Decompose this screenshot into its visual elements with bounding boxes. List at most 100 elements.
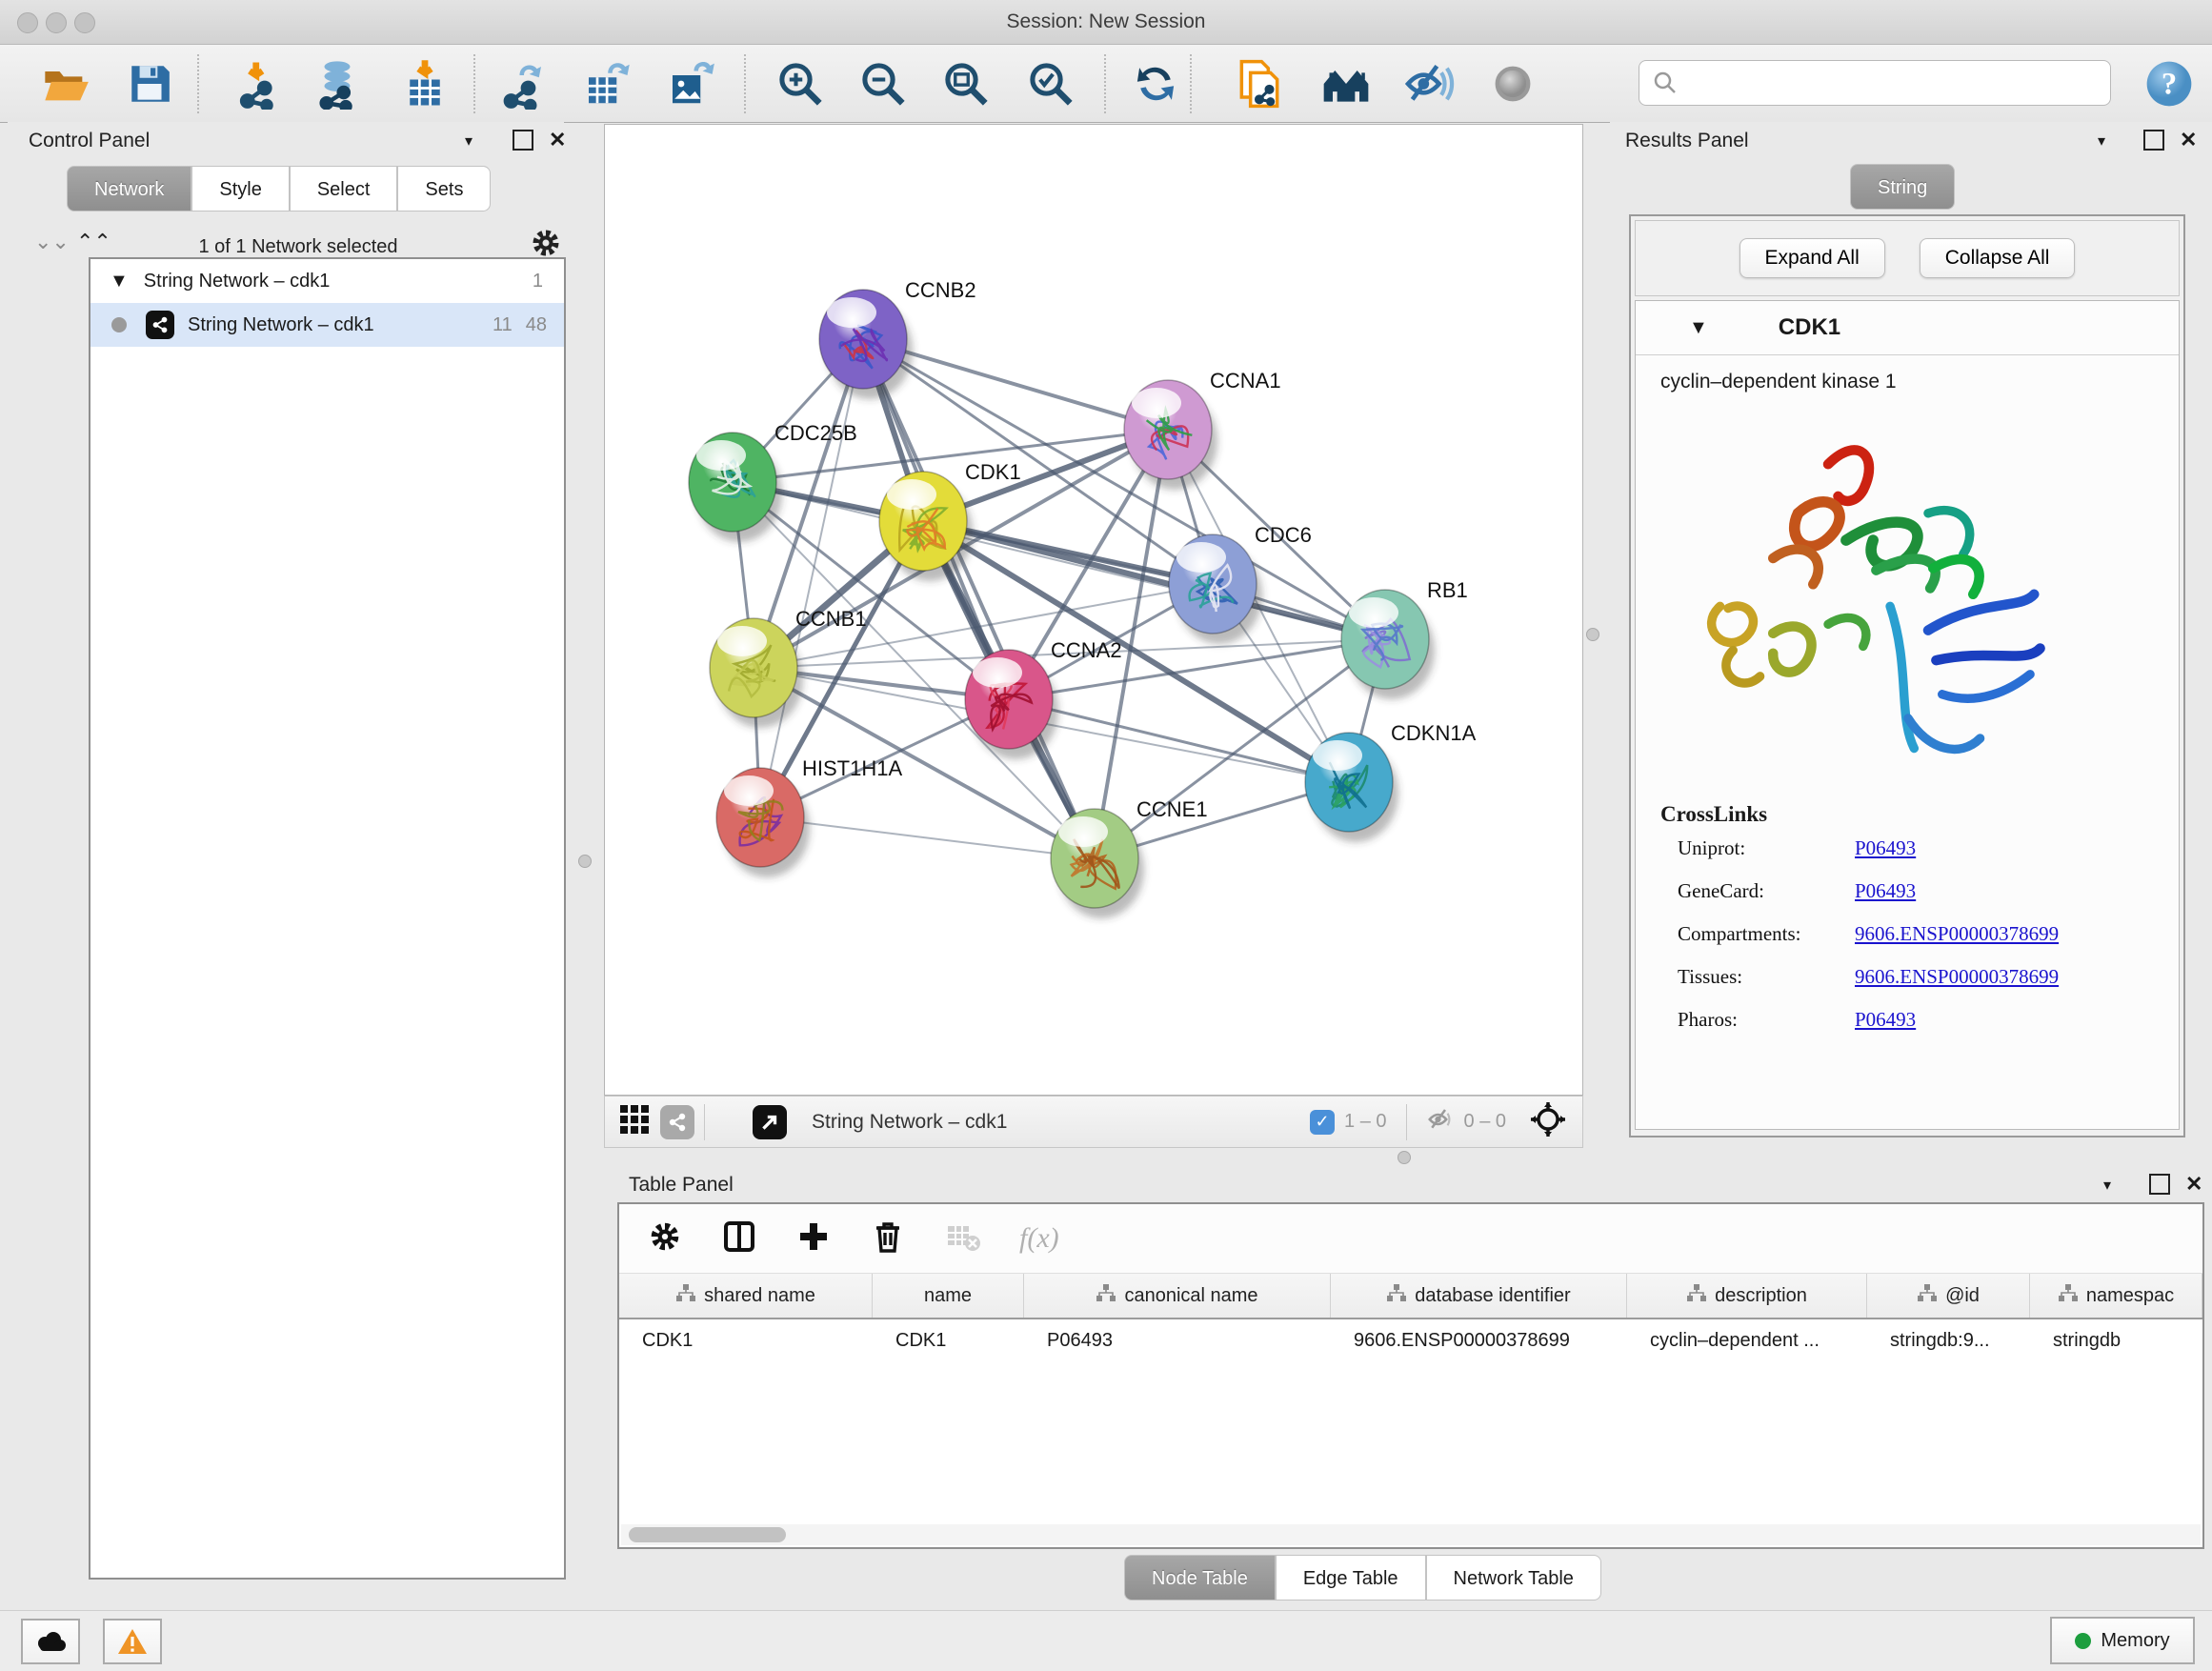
column-header-namespac[interactable]: namespac bbox=[2030, 1274, 2202, 1318]
tab-sets[interactable]: Sets bbox=[397, 166, 491, 211]
open-external-icon[interactable] bbox=[753, 1105, 787, 1139]
table-cell[interactable]: CDK1 bbox=[873, 1319, 1024, 1361]
crosslink-value-link[interactable]: P06493 bbox=[1855, 1008, 1916, 1032]
network-node-cdkn1a[interactable] bbox=[1305, 733, 1398, 842]
network-node-ccna2[interactable] bbox=[965, 650, 1058, 759]
delete-column-trash-icon[interactable] bbox=[871, 1219, 905, 1258]
open-session-icon[interactable] bbox=[38, 56, 93, 111]
table-panel-float-icon[interactable] bbox=[2149, 1174, 2170, 1195]
help-icon[interactable]: ? bbox=[2142, 56, 2197, 111]
network-node-ccna1[interactable] bbox=[1124, 380, 1217, 490]
hide-panel-eye-icon[interactable] bbox=[1400, 56, 1456, 111]
collapse-all-button[interactable]: Collapse All bbox=[1920, 238, 2076, 278]
import-table-file-icon[interactable] bbox=[397, 56, 452, 111]
bottom-splitter-handle[interactable] bbox=[1398, 1151, 1411, 1164]
crosslink-value-link[interactable]: 9606.ENSP00000378699 bbox=[1855, 922, 2059, 946]
create-column-plus-icon[interactable] bbox=[796, 1219, 831, 1258]
column-header-description[interactable]: description bbox=[1627, 1274, 1867, 1318]
entry-expander-icon[interactable]: ▼ bbox=[1689, 317, 1708, 339]
node-label-ccne1: CCNE1 bbox=[1136, 797, 1208, 821]
tab-select[interactable]: Select bbox=[290, 166, 398, 211]
control-panel-float-icon[interactable] bbox=[513, 130, 533, 151]
memory-button[interactable]: Memory bbox=[2050, 1617, 2195, 1664]
string-document-icon[interactable] bbox=[1232, 56, 1287, 111]
tab-network[interactable]: Network bbox=[67, 166, 191, 211]
search-input[interactable] bbox=[1687, 63, 2110, 103]
import-network-database-icon[interactable] bbox=[310, 56, 365, 111]
table-cell[interactable]: 9606.ENSP00000378699 bbox=[1331, 1319, 1627, 1361]
zoom-in-icon[interactable] bbox=[773, 56, 828, 111]
table-cell[interactable]: stringdb bbox=[2030, 1319, 2202, 1361]
network-attribute-icon bbox=[2058, 1283, 2079, 1308]
table-cell[interactable]: CDK1 bbox=[619, 1319, 873, 1361]
network-edge[interactable] bbox=[923, 521, 1385, 639]
tab-network-table[interactable]: Network Table bbox=[1426, 1555, 1601, 1601]
tree-expander-icon[interactable]: ▼ bbox=[110, 271, 129, 292]
network-node-cdc6[interactable] bbox=[1169, 534, 1262, 644]
birds-eye-share-icon[interactable] bbox=[660, 1105, 694, 1139]
column-header-shared-name[interactable]: shared name bbox=[619, 1274, 873, 1318]
table-settings-gear-icon[interactable] bbox=[648, 1219, 682, 1258]
export-image-icon[interactable] bbox=[662, 56, 717, 111]
network-node-cdk1[interactable] bbox=[879, 472, 973, 581]
crosslink-value-link[interactable]: 9606.ENSP00000378699 bbox=[1855, 965, 2059, 989]
network-attribute-icon bbox=[1686, 1283, 1707, 1308]
export-table-icon[interactable] bbox=[578, 56, 633, 111]
selected-checkbox-icon[interactable]: ✓ bbox=[1310, 1110, 1335, 1135]
column-header-database-identifier[interactable]: database identifier bbox=[1331, 1274, 1627, 1318]
grid-view-icon[interactable] bbox=[618, 1103, 651, 1140]
refresh-icon[interactable] bbox=[1128, 56, 1183, 111]
network-node-rb1[interactable] bbox=[1341, 590, 1435, 699]
column-header-canonical-name[interactable]: canonical name bbox=[1024, 1274, 1331, 1318]
tab-style[interactable]: Style bbox=[191, 166, 289, 211]
network-node-hist1h1a[interactable] bbox=[716, 768, 810, 877]
tab-string[interactable]: String bbox=[1850, 164, 1955, 210]
warnings-button[interactable] bbox=[103, 1619, 162, 1664]
delete-table-icon[interactable] bbox=[945, 1218, 981, 1259]
import-network-file-icon[interactable] bbox=[231, 56, 286, 111]
export-network-icon[interactable] bbox=[496, 56, 552, 111]
table-cell[interactable]: P06493 bbox=[1024, 1319, 1331, 1361]
network-node-ccnb2[interactable] bbox=[819, 290, 913, 399]
control-panel-close-icon[interactable]: ✕ bbox=[549, 128, 566, 152]
crosslink-value-link[interactable]: P06493 bbox=[1855, 879, 1916, 903]
network-node-ccne1[interactable] bbox=[1051, 809, 1144, 918]
results-panel-close-icon[interactable]: ✕ bbox=[2180, 128, 2197, 152]
network-canvas[interactable]: CCNB2CCNA1CDC25BCDK1CDC6RB1CCNB1CCNA2CDK… bbox=[604, 124, 1583, 1096]
show-panel-eye-icon[interactable] bbox=[1485, 56, 1540, 111]
left-splitter-handle[interactable] bbox=[578, 855, 592, 868]
table-h-scrollbar-thumb[interactable] bbox=[629, 1527, 786, 1542]
hidden-eye-icon[interactable] bbox=[1426, 1105, 1455, 1138]
expand-all-button[interactable]: Expand All bbox=[1739, 238, 1885, 278]
table-cell[interactable]: stringdb:9... bbox=[1867, 1319, 2030, 1361]
right-splitter-handle[interactable] bbox=[1586, 628, 1599, 641]
tab-node-table[interactable]: Node Table bbox=[1124, 1555, 1276, 1601]
control-panel-collapse-icon[interactable]: ▾ bbox=[465, 131, 473, 151]
crosslink-value-link[interactable]: P06493 bbox=[1855, 836, 1916, 860]
network-node-cdc25b[interactable] bbox=[689, 433, 782, 542]
function-builder-icon[interactable]: f(x) bbox=[1019, 1222, 1059, 1255]
save-session-icon[interactable] bbox=[122, 56, 177, 111]
column-header-name[interactable]: name bbox=[873, 1274, 1024, 1318]
table-panel-collapse-icon[interactable]: ▾ bbox=[2103, 1176, 2111, 1195]
column-header--id[interactable]: @id bbox=[1867, 1274, 2030, 1318]
zoom-out-icon[interactable] bbox=[855, 56, 911, 111]
network-edge[interactable] bbox=[1009, 699, 1349, 782]
zoom-selected-icon[interactable] bbox=[1023, 56, 1078, 111]
string-home-icon[interactable] bbox=[1318, 56, 1374, 111]
network-edge[interactable] bbox=[760, 339, 863, 817]
network-collection-row[interactable]: ▼ String Network – cdk1 1 bbox=[90, 259, 564, 303]
table-panel-close-icon[interactable]: ✕ bbox=[2185, 1172, 2202, 1197]
network-row[interactable]: String Network – cdk1 11 48 bbox=[90, 303, 564, 347]
zoom-fit-icon[interactable] bbox=[938, 56, 994, 111]
collapse-all-networks-icon[interactable]: ⌄⌄ bbox=[34, 230, 70, 254]
table-cell[interactable]: cyclin–dependent ... bbox=[1627, 1319, 1867, 1361]
cloud-button[interactable] bbox=[21, 1619, 80, 1664]
network-edge[interactable] bbox=[760, 817, 1095, 858]
results-panel-float-icon[interactable] bbox=[2143, 130, 2164, 151]
navigator-crosshair-icon[interactable] bbox=[1529, 1100, 1567, 1143]
tab-edge-table[interactable]: Edge Table bbox=[1276, 1555, 1426, 1601]
results-panel-collapse-icon[interactable]: ▾ bbox=[2098, 131, 2105, 151]
network-edge[interactable] bbox=[863, 339, 1095, 858]
show-columns-icon[interactable] bbox=[722, 1219, 756, 1258]
